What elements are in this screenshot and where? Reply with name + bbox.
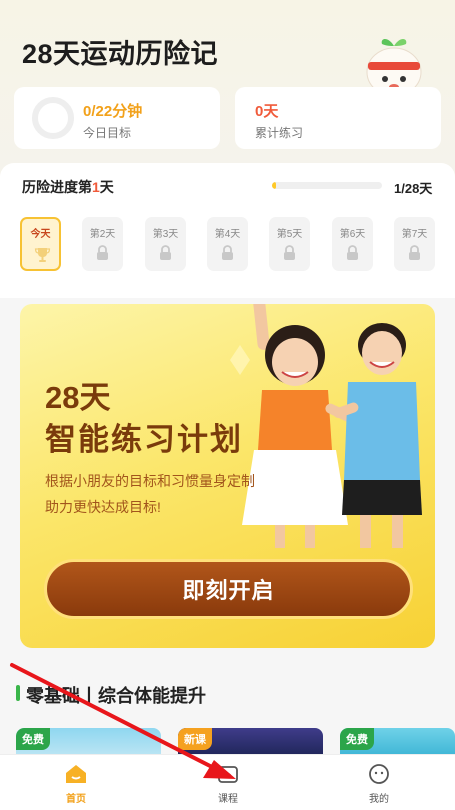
lock-icon <box>347 245 358 260</box>
day-label: 第4天 <box>214 229 241 240</box>
daily-goal-card[interactable]: 0/22分钟 今日目标 <box>14 87 220 149</box>
lock-icon <box>160 245 171 260</box>
course-icon <box>218 766 238 783</box>
banner-title-plan: 智能练习计划 <box>45 422 243 457</box>
nav-label: 课程 <box>218 794 238 805</box>
day-tile-5[interactable]: 第5天 <box>269 217 310 271</box>
lock-icon <box>409 245 420 260</box>
kids-illustration <box>230 304 422 548</box>
bottom-nav: 首页 课程 我的 <box>0 754 455 810</box>
lock-icon <box>284 245 295 260</box>
page-title: 28天运动历险记 <box>22 39 219 69</box>
total-days-card[interactable]: 0天 累计练习 <box>235 87 441 149</box>
start-now-button[interactable]: 即刻开启 <box>44 559 413 619</box>
trophy-icon <box>34 248 51 262</box>
day-label: 第3天 <box>152 229 179 240</box>
day-tile-today[interactable]: 今天 <box>20 217 61 271</box>
daily-goal-label: 今日目标 <box>83 126 132 140</box>
day-tile-2[interactable]: 第2天 <box>82 217 123 271</box>
adventure-progress-bar <box>272 182 382 189</box>
day-tile-6[interactable]: 第6天 <box>332 217 373 271</box>
day-tile-3[interactable]: 第3天 <box>145 217 186 271</box>
adventure-progress-fill <box>272 182 277 189</box>
section-title: 零基础丨综合体能提升 <box>26 686 206 706</box>
day-label: 第2天 <box>89 229 116 240</box>
adventure-progress-count: 1/28天 <box>394 181 433 196</box>
total-days-value: 0天 <box>255 103 279 120</box>
course-tag: 免费 <box>16 728 50 750</box>
banner-description-line1: 根据小朋友的目标和习惯量身定制 <box>45 473 255 489</box>
training-plan-banner[interactable]: 28天 智能练习计划 根据小朋友的目标和习惯量身定制 助力更快达成目标! 即刻开… <box>20 304 435 648</box>
nav-item-home[interactable]: 首页 <box>0 755 152 810</box>
nav-label: 首页 <box>66 794 86 805</box>
profile-icon <box>369 764 389 784</box>
daily-goal-value: 0/22分钟 <box>83 103 143 120</box>
course-tag: 新课 <box>178 728 212 750</box>
adventure-progress-section: 历险进度第1天 1/28天 今天 第2天 第3天 第4天 第5天 第6天 第7天 <box>0 163 455 298</box>
home-icon <box>66 765 86 783</box>
goal-progress-ring <box>32 97 74 139</box>
section-accent-bar <box>16 685 20 701</box>
day-tile-7[interactable]: 第7天 <box>394 217 435 271</box>
day-label: 第7天 <box>401 229 428 240</box>
nav-item-profile[interactable]: 我的 <box>303 755 455 810</box>
day-tile-4[interactable]: 第4天 <box>207 217 248 271</box>
nav-label: 我的 <box>369 794 389 805</box>
adventure-progress-title: 历险进度第1天 <box>22 179 114 195</box>
day-label: 第5天 <box>276 229 303 240</box>
day-label: 今天 <box>30 229 51 240</box>
total-days-label: 累计练习 <box>255 126 304 140</box>
banner-title-days: 28天 <box>45 380 111 415</box>
lock-icon <box>222 245 233 260</box>
nav-item-course[interactable]: 课程 <box>152 755 304 810</box>
lock-icon <box>97 245 108 260</box>
day-label: 第6天 <box>339 229 366 240</box>
course-tag: 免费 <box>340 728 374 750</box>
banner-description-line2: 助力更快达成目标! <box>45 499 161 515</box>
